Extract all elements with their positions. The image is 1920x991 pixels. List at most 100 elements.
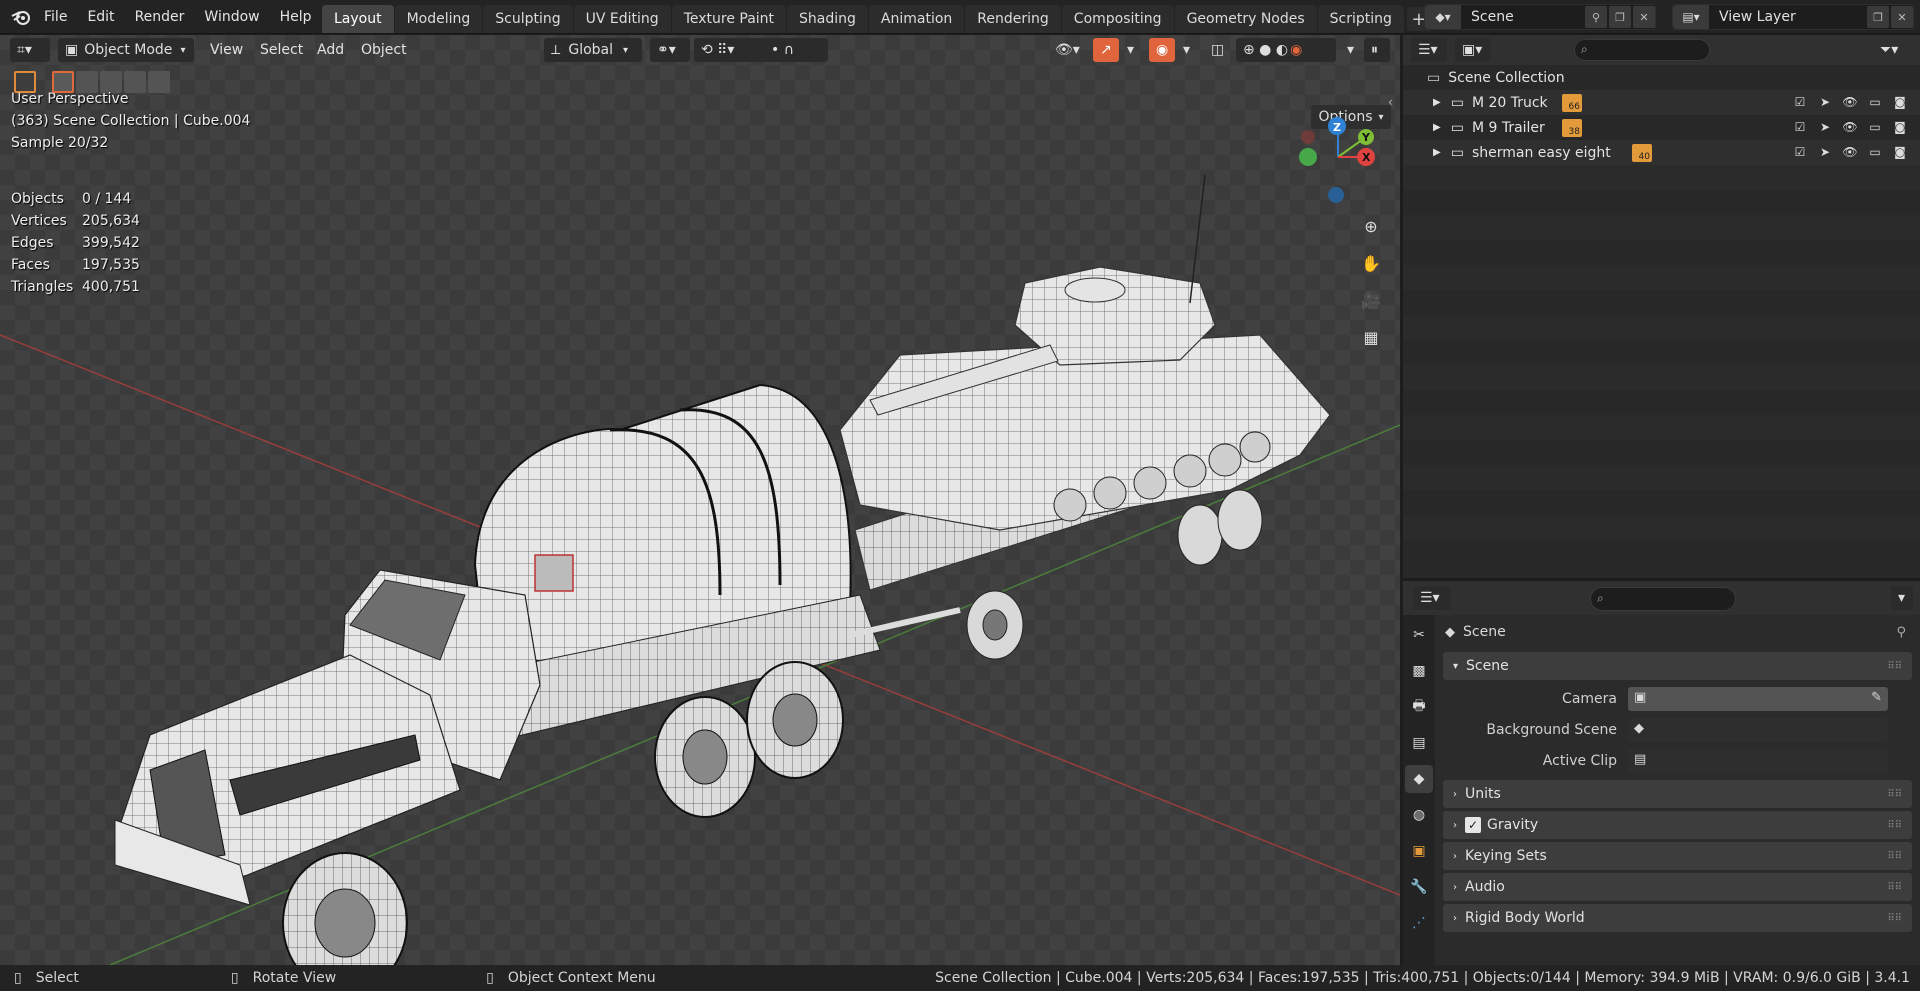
menu-help[interactable]: Help [270, 9, 322, 25]
eyedropper-icon[interactable]: ✎ [1871, 690, 1882, 705]
display-mode-button[interactable]: ▣▾ [1455, 38, 1491, 62]
camera-field[interactable]: ▣ ✎ [1628, 686, 1888, 711]
object-tab-icon[interactable]: ▣ [1405, 837, 1433, 865]
outliner-empty-area[interactable] [1403, 165, 1920, 540]
tab-texture-paint[interactable]: Texture Paint [671, 5, 787, 33]
viewport-menu-object[interactable]: Object [361, 42, 407, 58]
camera-icon[interactable]: ◙ [1892, 144, 1908, 160]
pin-icon[interactable]: ⚲ [1896, 625, 1906, 640]
output-tab-icon[interactable]: 🖶 [1405, 693, 1433, 721]
zoom-icon[interactable]: ⊕ [1358, 213, 1384, 239]
checkbox-icon[interactable]: ☑ [1792, 144, 1808, 160]
monitor-icon[interactable]: ▭ [1867, 94, 1883, 110]
tab-uv-editing[interactable]: UV Editing [573, 5, 671, 33]
menu-file[interactable]: File [34, 9, 77, 25]
mode-selector[interactable]: ▣ Object Mode ▾ [58, 38, 194, 62]
gravity-panel-header[interactable]: › ✓ Gravity ⠿⠿ [1443, 811, 1912, 839]
pin-icon[interactable]: ⚲ [1585, 6, 1607, 28]
expand-arrow-icon[interactable]: ▶ [1433, 122, 1441, 133]
scene-name[interactable]: Scene [1461, 9, 1583, 25]
visibility-toggle-icon[interactable]: 👁▾ [1048, 38, 1088, 62]
outliner-editor-type-button[interactable]: ☰▾ [1411, 38, 1447, 62]
perspective-grid-icon[interactable]: ▦ [1358, 324, 1384, 350]
selectable-arrow-icon[interactable]: ➤ [1817, 144, 1833, 160]
drag-handle-icon[interactable]: ⠿⠿ [1887, 913, 1902, 924]
filter-icon[interactable]: ⏷▾ [1873, 38, 1911, 62]
tab-sculpting[interactable]: Sculpting [483, 5, 573, 33]
properties-editor-type-button[interactable]: ☰▾ [1413, 586, 1451, 610]
chevron-down-icon[interactable]: ▾ [1891, 586, 1913, 610]
particles-tab-icon[interactable]: ⋰ [1405, 909, 1433, 937]
transform-orientation-selector[interactable]: ⟂ Global ▾ [544, 38, 642, 62]
sidebar-toggle-icon[interactable]: ⏸ [1364, 38, 1390, 62]
xray-toggle-icon[interactable]: ◫ [1204, 38, 1230, 62]
drag-handle-icon[interactable]: ⠿⠿ [1887, 851, 1902, 862]
delete-view-layer-icon[interactable]: ✕ [1891, 6, 1913, 28]
monitor-icon[interactable]: ▭ [1867, 119, 1883, 135]
selectable-arrow-icon[interactable]: ➤ [1817, 94, 1833, 110]
camera-icon[interactable]: ◙ [1892, 94, 1908, 110]
camera-icon[interactable]: ◙ [1892, 119, 1908, 135]
view-layer-icon[interactable]: ▤▾ [1673, 5, 1709, 29]
tool-tab-icon[interactable]: ✂ [1405, 621, 1433, 649]
outliner-collection-row[interactable]: ▶ ▭ M 20 Truck 66 ☑ ➤ 👁 ▭ ◙ [1403, 90, 1920, 115]
pan-hand-icon[interactable]: ✋ [1358, 250, 1384, 276]
selectable-arrow-icon[interactable]: ➤ [1817, 119, 1833, 135]
eye-icon[interactable]: 👁 [1842, 119, 1858, 135]
editor-type-button[interactable]: ⌗▾ [10, 38, 50, 62]
expand-arrow-icon[interactable]: ▶ [1433, 147, 1441, 158]
rigid-body-world-panel-header[interactable]: › Rigid Body World ⠿⠿ [1443, 904, 1912, 932]
eye-icon[interactable]: 👁 [1842, 144, 1858, 160]
tab-layout[interactable]: Layout [322, 5, 394, 33]
gravity-checkbox[interactable]: ✓ [1465, 817, 1481, 833]
background-scene-field[interactable]: ◆ [1628, 717, 1888, 742]
drag-handle-icon[interactable]: ⠿⠿ [1887, 661, 1902, 672]
outliner-collection-row[interactable]: ▶ ▭ sherman easy eight 40 ☑ ➤ 👁 ▭ ◙ [1403, 140, 1920, 165]
tab-geometry-nodes[interactable]: Geometry Nodes [1174, 5, 1317, 33]
viewport-menu-add[interactable]: Add [317, 42, 344, 58]
camera-view-icon[interactable]: 🎥 [1358, 287, 1384, 313]
scene-panel-header[interactable]: ▾ Scene ⠿⠿ [1443, 652, 1912, 680]
checkbox-icon[interactable]: ☑ [1792, 119, 1808, 135]
gizmo-toggle-icon[interactable]: ↗ [1093, 38, 1119, 62]
chevron-left-icon[interactable]: ‹ [1388, 95, 1393, 109]
units-panel-header[interactable]: › Units ⠿⠿ [1443, 780, 1912, 808]
view-layer-tab-icon[interactable]: ▤ [1405, 729, 1433, 757]
active-clip-field[interactable]: ▤ [1628, 748, 1888, 773]
drag-handle-icon[interactable]: ⠿⠿ [1887, 789, 1902, 800]
keying-sets-panel-header[interactable]: › Keying Sets ⠿⠿ [1443, 842, 1912, 870]
properties-search-input[interactable]: ⌕ [1590, 587, 1736, 611]
checkbox-icon[interactable]: ☑ [1792, 94, 1808, 110]
view-layer-selector[interactable]: ▤▾ View Layer ❐ ✕ [1672, 4, 1914, 30]
viewport-menu-view[interactable]: View [210, 42, 243, 58]
scene-selector[interactable]: ◆▾ Scene ⚲ ❐ ✕ [1424, 4, 1656, 30]
audio-panel-header[interactable]: › Audio ⠿⠿ [1443, 873, 1912, 901]
navigation-gizmo[interactable]: Z Y X [1290, 105, 1390, 205]
outliner-collection-row[interactable]: ▶ ▭ M 9 Trailer 38 ☑ ➤ 👁 ▭ ◙ [1403, 115, 1920, 140]
outliner-search-input[interactable]: ⌕ [1574, 39, 1710, 61]
tab-animation[interactable]: Animation [868, 5, 965, 33]
render-tab-icon[interactable]: ▩ [1405, 657, 1433, 685]
delete-scene-icon[interactable]: ✕ [1633, 6, 1655, 28]
chevron-down-icon[interactable]: ▾ [1120, 38, 1140, 62]
3d-viewport[interactable]: ⌗▾ ▣ Object Mode ▾ View Select Add Objec… [0, 35, 1400, 965]
viewport-menu-select[interactable]: Select [260, 42, 303, 58]
menu-edit[interactable]: Edit [77, 9, 124, 25]
view-layer-name[interactable]: View Layer [1709, 9, 1865, 25]
scene-tab-icon[interactable]: ◆ [1405, 765, 1433, 793]
drag-handle-icon[interactable]: ⠿⠿ [1887, 882, 1902, 893]
scene-icon[interactable]: ◆▾ [1425, 5, 1461, 29]
menu-window[interactable]: Window [194, 9, 269, 25]
blender-logo-icon[interactable] [10, 8, 34, 26]
expand-arrow-icon[interactable]: ▶ [1433, 97, 1441, 108]
shading-mode-buttons[interactable]: ⊕ ● ◐ ◉ [1236, 38, 1336, 62]
eye-icon[interactable]: 👁 [1842, 94, 1858, 110]
new-view-layer-icon[interactable]: ❐ [1867, 6, 1889, 28]
world-tab-icon[interactable]: ◍ [1405, 801, 1433, 829]
chevron-down-icon[interactable]: ▾ [1340, 38, 1360, 62]
drag-handle-icon[interactable]: ⠿⠿ [1887, 820, 1902, 831]
chevron-down-icon[interactable]: ▾ [1176, 38, 1196, 62]
tab-shading[interactable]: Shading [787, 5, 868, 33]
tab-rendering[interactable]: Rendering [965, 5, 1061, 33]
menu-render[interactable]: Render [125, 9, 195, 25]
